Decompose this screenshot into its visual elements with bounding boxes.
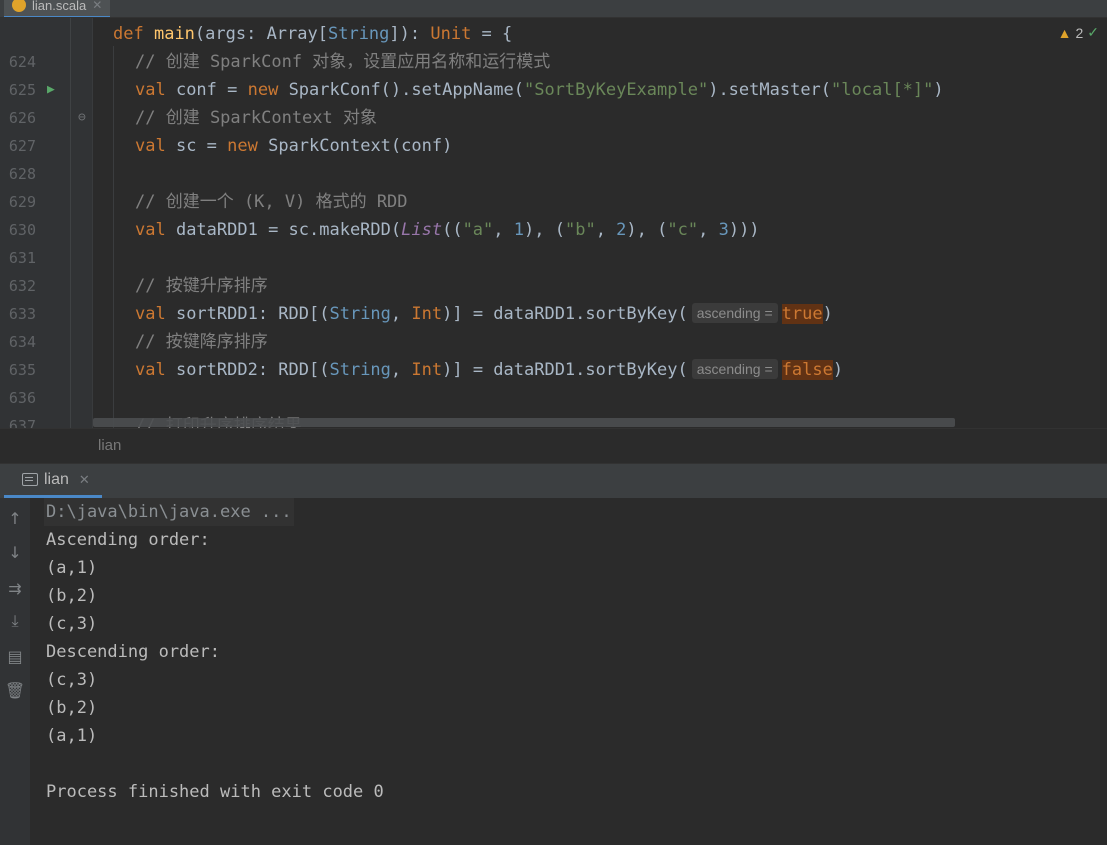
console-line: (c,3) xyxy=(46,614,98,634)
code-line[interactable]: 628 val sc = new SparkContext(conf) xyxy=(0,132,1107,183)
code-line[interactable]: 624 ▶ ⊖ def main(args: Array[String]): U… xyxy=(0,20,1107,125)
editor-tab-label: lian.scala xyxy=(32,0,87,13)
editor-tab-lian-scala[interactable]: lian.scala ✕ xyxy=(4,0,111,17)
inspection-widget[interactable]: ▲ 2 ✓ xyxy=(1058,24,1099,41)
run-toolbar: ↑ ↓ ⇉ ⤓ ▤ 🗑 xyxy=(0,498,30,845)
horizontal-scrollbar[interactable] xyxy=(93,418,955,427)
code-line[interactable]: 634 val sortRDD1: RDD[(String, Int)] = d… xyxy=(0,300,1107,351)
code-line[interactable]: 632 xyxy=(0,244,1107,295)
close-run-tab-icon[interactable]: ✕ xyxy=(79,472,90,488)
console-line: (a,1) xyxy=(46,558,98,578)
console-line: Ascending order: xyxy=(46,530,210,550)
code-text: val conf = new SparkConf().setAppName("S… xyxy=(135,80,944,100)
parameter-hint: ascending = xyxy=(691,359,778,379)
run-tab-lian[interactable]: lian ✕ xyxy=(4,464,102,498)
run-tab-label: lian xyxy=(44,470,69,488)
code-line[interactable]: 631 val dataRDD1 = sc.makeRDD(List(("a",… xyxy=(0,216,1107,267)
warning-count: 2 xyxy=(1075,24,1084,41)
false-literal: false xyxy=(781,360,833,380)
code-text: // 按键降序排序 xyxy=(135,332,268,352)
run-tool-window-header: lian ✕ xyxy=(0,463,1107,499)
code-line[interactable]: 629 xyxy=(0,160,1107,211)
code-line[interactable]: 637 xyxy=(0,384,1107,428)
code-line[interactable]: 627 // 创建 SparkContext 对象 xyxy=(0,104,1107,155)
code-line[interactable]: 633 // 按键升序排序 xyxy=(0,272,1107,323)
trash-icon[interactable]: 🗑 xyxy=(4,680,26,702)
editor-tab-strip: lian.scala ✕ xyxy=(0,0,1107,18)
console-line: (b,2) xyxy=(46,586,98,606)
code-text: // 创建 SparkConf 对象，设置应用名称和运行模式 xyxy=(135,52,551,72)
console-line-exit: Process finished with exit code 0 xyxy=(46,782,384,802)
console-output[interactable]: D:\java\bin\java.exe ... Ascending order… xyxy=(30,498,1107,845)
soft-wrap-icon[interactable]: ⇉ xyxy=(4,578,26,600)
breadcrumb: lian xyxy=(0,428,1107,463)
console-line: (a,1) xyxy=(46,726,98,746)
code-text: def main(args: Array[String]): Unit = { xyxy=(113,24,513,44)
scroll-down-icon[interactable]: ↓ xyxy=(4,542,26,564)
check-icon: ✓ xyxy=(1087,24,1099,40)
code-text: val sc = new SparkContext(conf) xyxy=(135,136,453,156)
code-line[interactable]: 625 // 创建 SparkConf 对象，设置应用名称和运行模式 xyxy=(0,48,1107,99)
true-literal: true xyxy=(781,304,823,324)
print-icon[interactable]: ▤ xyxy=(4,646,26,668)
scroll-up-icon[interactable]: ↑ xyxy=(4,508,26,530)
console-icon xyxy=(22,473,38,486)
close-tab-icon[interactable]: ✕ xyxy=(92,0,102,12)
warning-icon: ▲ xyxy=(1057,24,1072,41)
code-text: val dataRDD1 = sc.makeRDD(List(("a", 1),… xyxy=(135,220,760,240)
console-line: (b,2) xyxy=(46,698,98,718)
code-text: // 创建一个 (K, V) 格式的 RDD xyxy=(135,192,408,212)
code-line[interactable]: 626 val conf = new SparkConf().setAppNam… xyxy=(0,76,1107,127)
code-text: val sortRDD2: RDD[(String, Int)] = dataR… xyxy=(135,359,844,380)
scala-file-icon xyxy=(12,0,26,12)
code-editor[interactable]: 624 ▶ ⊖ def main(args: Array[String]): U… xyxy=(0,18,1107,428)
console-line: Descending order: xyxy=(46,642,220,662)
code-text: // 按键升序排序 xyxy=(135,276,268,296)
scroll-to-end-icon[interactable]: ⤓ xyxy=(4,610,26,632)
code-line[interactable]: 636 val sortRDD2: RDD[(String, Int)] = d… xyxy=(0,356,1107,407)
code-text: // 创建 SparkContext 对象 xyxy=(135,108,377,128)
parameter-hint: ascending = xyxy=(691,303,778,323)
code-line[interactable]: 630 // 创建一个 (K, V) 格式的 RDD xyxy=(0,188,1107,239)
code-text: val sortRDD1: RDD[(String, Int)] = dataR… xyxy=(135,303,833,324)
console-line: (c,3) xyxy=(46,670,98,690)
breadcrumb-item[interactable]: lian xyxy=(98,437,121,454)
code-line[interactable]: 635 // 按键降序排序 xyxy=(0,328,1107,379)
console-line-command[interactable]: D:\java\bin\java.exe ... xyxy=(44,498,294,526)
